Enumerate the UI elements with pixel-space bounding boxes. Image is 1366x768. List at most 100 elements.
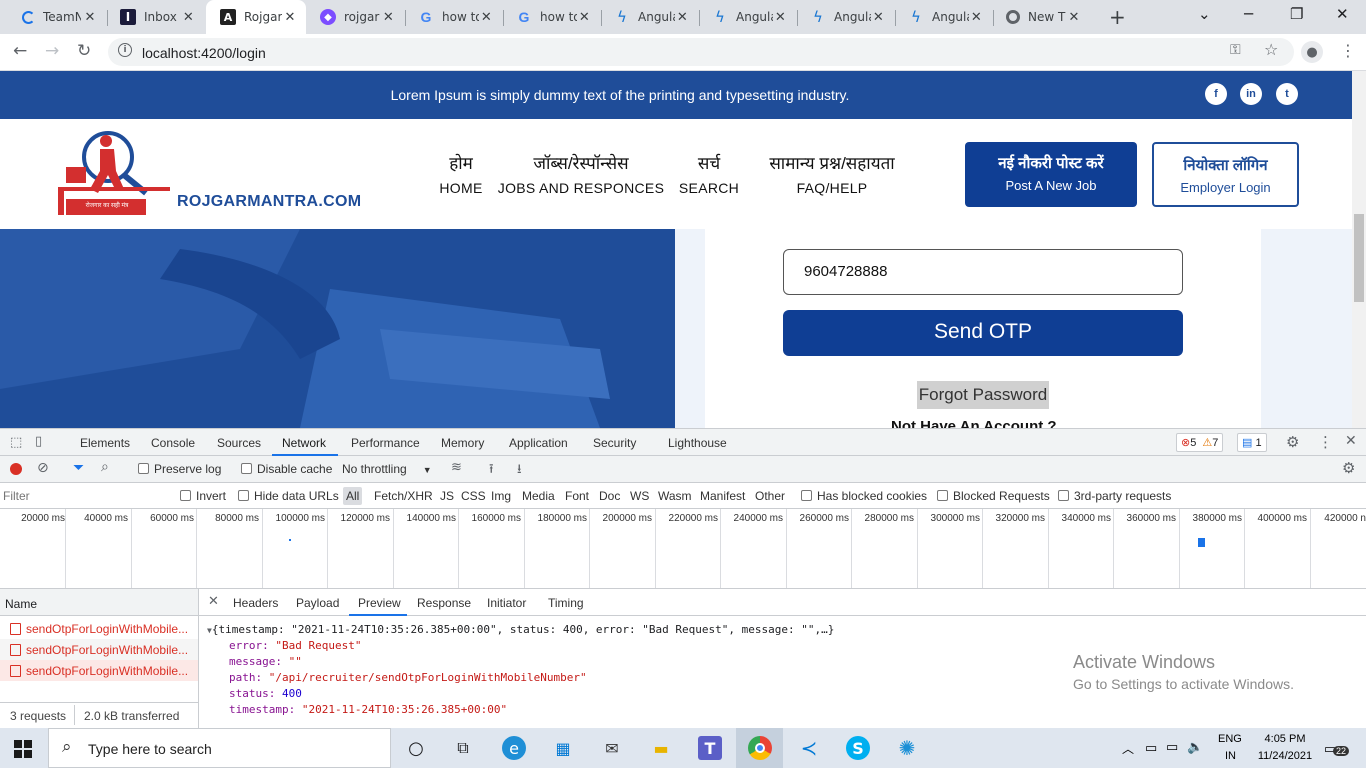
disable-cache-checkbox[interactable]: Disable cache [241,462,332,476]
nav-home[interactable]: होम HOME [431,151,491,196]
linkedin-icon[interactable]: in [1240,83,1262,105]
browser-tab-active[interactable]: A Rojgar ✕ [206,0,306,34]
cortana-icon[interactable]: ○ [404,736,428,760]
type-filter-wasm[interactable]: Wasm [658,489,692,503]
type-filter-font[interactable]: Font [565,489,589,503]
key-icon[interactable]: ⚿ [1230,42,1241,58]
tab-security[interactable]: Security [593,436,636,450]
close-tab-icon[interactable]: ✕ [577,10,592,25]
chrome-taskbar-icon[interactable] [748,736,772,760]
type-filter-img[interactable]: Img [491,489,511,503]
tray-device-icon[interactable]: ▭ [1145,740,1157,756]
back-arrow-icon[interactable]: ← [13,41,27,61]
taskbar-search[interactable]: ⌕ Type here to search [48,728,391,768]
info-icon[interactable]: i [118,43,132,57]
tab-search-chevron-icon[interactable]: ⌄ [1198,5,1211,23]
preview-root[interactable]: ▼{timestamp: "2021-11-24T10:35:26.385+00… [207,623,834,636]
preserve-log-checkbox[interactable]: Preserve log [138,462,221,476]
skype-icon[interactable]: S [846,736,870,760]
export-har-icon[interactable]: ⭳ [517,460,522,482]
browser-tab[interactable]: I Inbox ✕ [106,0,204,34]
search-icon[interactable]: ⌕ [101,459,109,475]
twitter-icon[interactable]: t [1276,83,1298,105]
tab-memory[interactable]: Memory [441,436,484,450]
filter-input[interactable] [3,487,166,505]
throttling-select[interactable]: No throttling ▼ [342,462,432,476]
bookmark-star-icon[interactable]: ☆ [1264,40,1278,59]
blocked-requests-checkbox[interactable]: Blocked Requests [937,489,1050,503]
close-detail-icon[interactable]: ✕ [208,594,219,609]
close-tab-icon[interactable]: ✕ [181,10,196,25]
clock-time[interactable]: 4:05 PM [1260,733,1310,745]
network-conditions-icon[interactable]: ≋ [451,460,462,475]
close-window-icon[interactable]: ✕ [1336,5,1349,23]
request-row-selected[interactable]: sendOtpForLoginWithMobile... [0,660,198,681]
network-settings-gear-icon[interactable]: ⚙ [1342,459,1355,477]
task-view-icon[interactable]: ⧉ [451,736,475,760]
nav-faq[interactable]: सामान्य प्रश्न/सहायता FAQ/HELP [752,151,912,196]
type-filter-manifest[interactable]: Manifest [700,489,745,503]
tab-application[interactable]: Application [509,436,568,450]
detail-tab-payload[interactable]: Payload [296,596,339,610]
close-tab-icon[interactable]: ✕ [675,10,690,25]
restore-icon[interactable]: ❐ [1290,5,1303,23]
browser-tab[interactable]: ϟ Angula ✕ [796,0,894,34]
close-tab-icon[interactable]: ✕ [82,10,98,25]
menu-kebab-icon[interactable]: ⋮ [1340,41,1356,60]
nav-search[interactable]: सर्च SEARCH [676,151,742,196]
filter-funnel-icon[interactable]: ⏷ [73,460,84,476]
record-icon[interactable] [10,463,22,475]
detail-tab-headers[interactable]: Headers [233,596,278,610]
browser-tab[interactable]: New T ✕ [992,0,1090,34]
more-options-icon[interactable]: ⋮ [1318,433,1333,451]
network-overview-timeline[interactable]: 20000 ms 40000 ms 60000 ms 80000 ms 1000… [0,509,1366,589]
invert-checkbox[interactable]: Invert [180,489,226,503]
tab-console[interactable]: Console [151,436,195,450]
hide-data-urls-checkbox[interactable]: Hide data URLs [238,489,339,503]
browser-tab[interactable]: ϟ Angula ✕ [698,0,796,34]
post-job-button[interactable]: नई नौकरी पोस्ट करें Post A New Job [965,142,1137,207]
browser-tab[interactable]: ◆ rojgar ✕ [306,0,404,34]
inspect-element-icon[interactable]: ⬚ [10,435,22,450]
language-indicator[interactable]: ENG [1218,733,1242,745]
site-logo[interactable]: रोजगार का सही मंत्र [58,127,174,219]
type-filter-all[interactable]: All [343,487,363,505]
settings-cog-icon[interactable]: ✺ [895,736,919,760]
network-icon[interactable]: ▭ [1166,739,1178,755]
type-filter-other[interactable]: Other [755,489,785,503]
teams-icon[interactable]: T [698,736,722,760]
import-har-icon[interactable]: ⭱ [489,460,494,482]
clock-date[interactable]: 11/24/2021 [1252,750,1318,762]
type-filter-media[interactable]: Media [522,489,555,503]
browser-tab[interactable]: ϟ Angula ✕ [600,0,698,34]
windows-start-icon[interactable] [14,740,32,758]
type-filter-ws[interactable]: WS [630,489,649,503]
store-icon[interactable]: ▦ [551,736,575,760]
close-tab-icon[interactable]: ✕ [871,10,886,25]
name-column-header[interactable]: Name [5,597,37,611]
edge-icon[interactable]: e [502,736,526,760]
close-tab-icon[interactable]: ✕ [1066,10,1082,25]
browser-tab[interactable]: TeamN ✕ [8,0,106,34]
detail-tab-timing[interactable]: Timing [548,596,584,610]
close-devtools-icon[interactable]: ✕ [1345,433,1357,449]
tab-network[interactable]: Network [282,436,326,450]
device-toolbar-icon[interactable]: ▯ [35,434,42,449]
vscode-icon[interactable]: ≺ [797,736,821,760]
page-scrollbar-thumb[interactable] [1354,214,1364,302]
request-row[interactable]: sendOtpForLoginWithMobile... [0,639,198,660]
tab-sources[interactable]: Sources [217,436,261,450]
third-party-checkbox[interactable]: 3rd-party requests [1058,489,1171,503]
type-filter-doc[interactable]: Doc [599,489,620,503]
mail-icon[interactable]: ✉ [600,736,624,760]
brand-name[interactable]: ROJGARMANTRA.COM [177,193,361,211]
minimize-icon[interactable]: ─ [1244,5,1253,23]
close-tab-icon[interactable]: ✕ [773,10,788,25]
type-filter-fetch-xhr[interactable]: Fetch/XHR [374,489,433,503]
close-tab-icon[interactable]: ✕ [969,10,984,25]
tray-chevron-icon[interactable]: ︿ [1122,740,1134,757]
browser-tab[interactable]: G how to ✕ [502,0,600,34]
employer-login-button[interactable]: नियोक्ता लॉगिन Employer Login [1152,142,1299,207]
browser-tab[interactable]: ϟ Angula ✕ [894,0,992,34]
blocked-cookies-checkbox[interactable]: Has blocked cookies [801,489,927,503]
